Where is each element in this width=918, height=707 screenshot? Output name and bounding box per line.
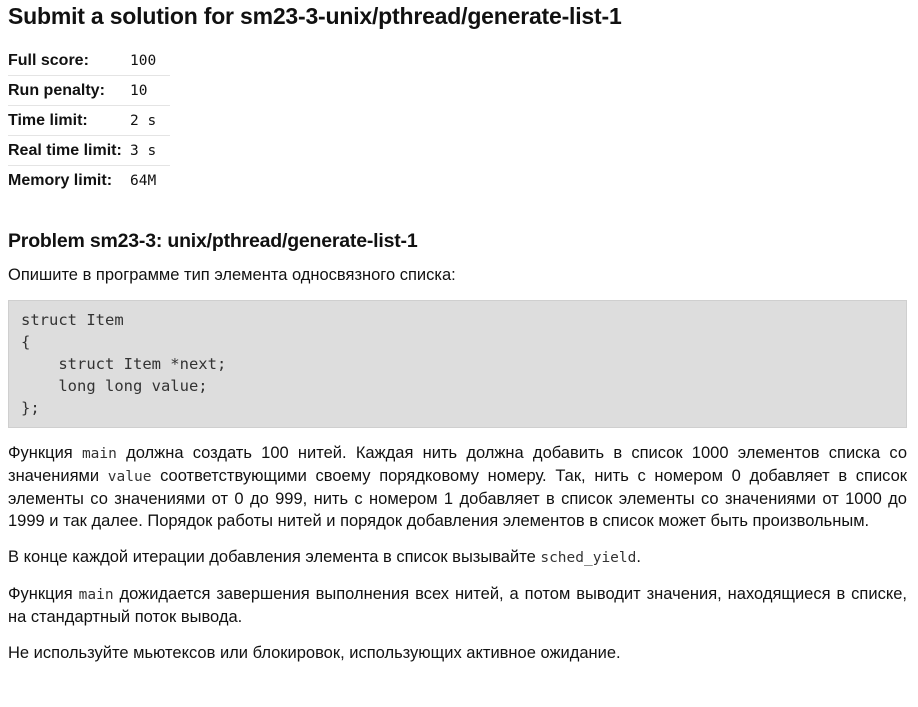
limit-label: Run penalty: [8, 75, 130, 106]
limit-value: 2 s [130, 105, 170, 136]
limit-label: Memory limit: [8, 171, 113, 189]
limit-row-full-score: Full score: 100 [8, 46, 170, 76]
limit-value: 3 s [130, 135, 170, 166]
limit-row-memory-limit: Memory limit: 64M [8, 166, 170, 196]
inline-code: main [81, 446, 117, 462]
limit-row-run-penalty: Run penalty: 10 [8, 75, 170, 106]
limit-label: Time limit: [8, 105, 130, 136]
problem-paragraph-2: В конце каждой итерации добавления элеме… [8, 546, 907, 569]
limit-label: Real time limit: [8, 135, 130, 166]
inline-code: sched_yield [540, 550, 637, 566]
paragraph-text: . [636, 548, 641, 566]
problem-title: Problem sm23-3: unix/pthread/generate-li… [8, 230, 418, 252]
limit-value: 100 [130, 46, 170, 76]
limits-table: Full score: 100 Run penalty: 10 Time lim… [8, 46, 170, 195]
paragraph-text: дожидается завершения выполнения всех ни… [8, 585, 908, 626]
problem-paragraph-4: Не используйте мьютексов или блокировок,… [8, 644, 621, 662]
problem-paragraph-3: Функция main дожидается завершения выпол… [8, 583, 907, 628]
inline-code: value [107, 469, 152, 485]
inline-code: main [78, 587, 114, 603]
paragraph-text: Функция [8, 585, 79, 603]
limit-value: 10 [130, 75, 170, 106]
paragraph-text: Функция [8, 444, 82, 462]
limit-row-real-time-limit: Real time limit: 3 s [8, 135, 170, 166]
problem-intro: Опишите в программе тип элемента односвя… [8, 266, 456, 284]
paragraph-text: В конце каждой итерации добавления элеме… [8, 548, 541, 566]
limit-label: Full score: [8, 46, 130, 76]
limit-row-time-limit: Time limit: 2 s [8, 105, 170, 136]
problem-paragraph-1: Функция main должна создать 100 нитей. К… [8, 442, 907, 532]
problem-page: Submit a solution for sm23-3-unix/pthrea… [8, 0, 907, 664]
code-block: struct Item { struct Item *next; long lo… [8, 300, 907, 428]
page-title: Submit a solution for sm23-3-unix/pthrea… [8, 3, 622, 29]
limit-value: 64M [130, 172, 157, 189]
